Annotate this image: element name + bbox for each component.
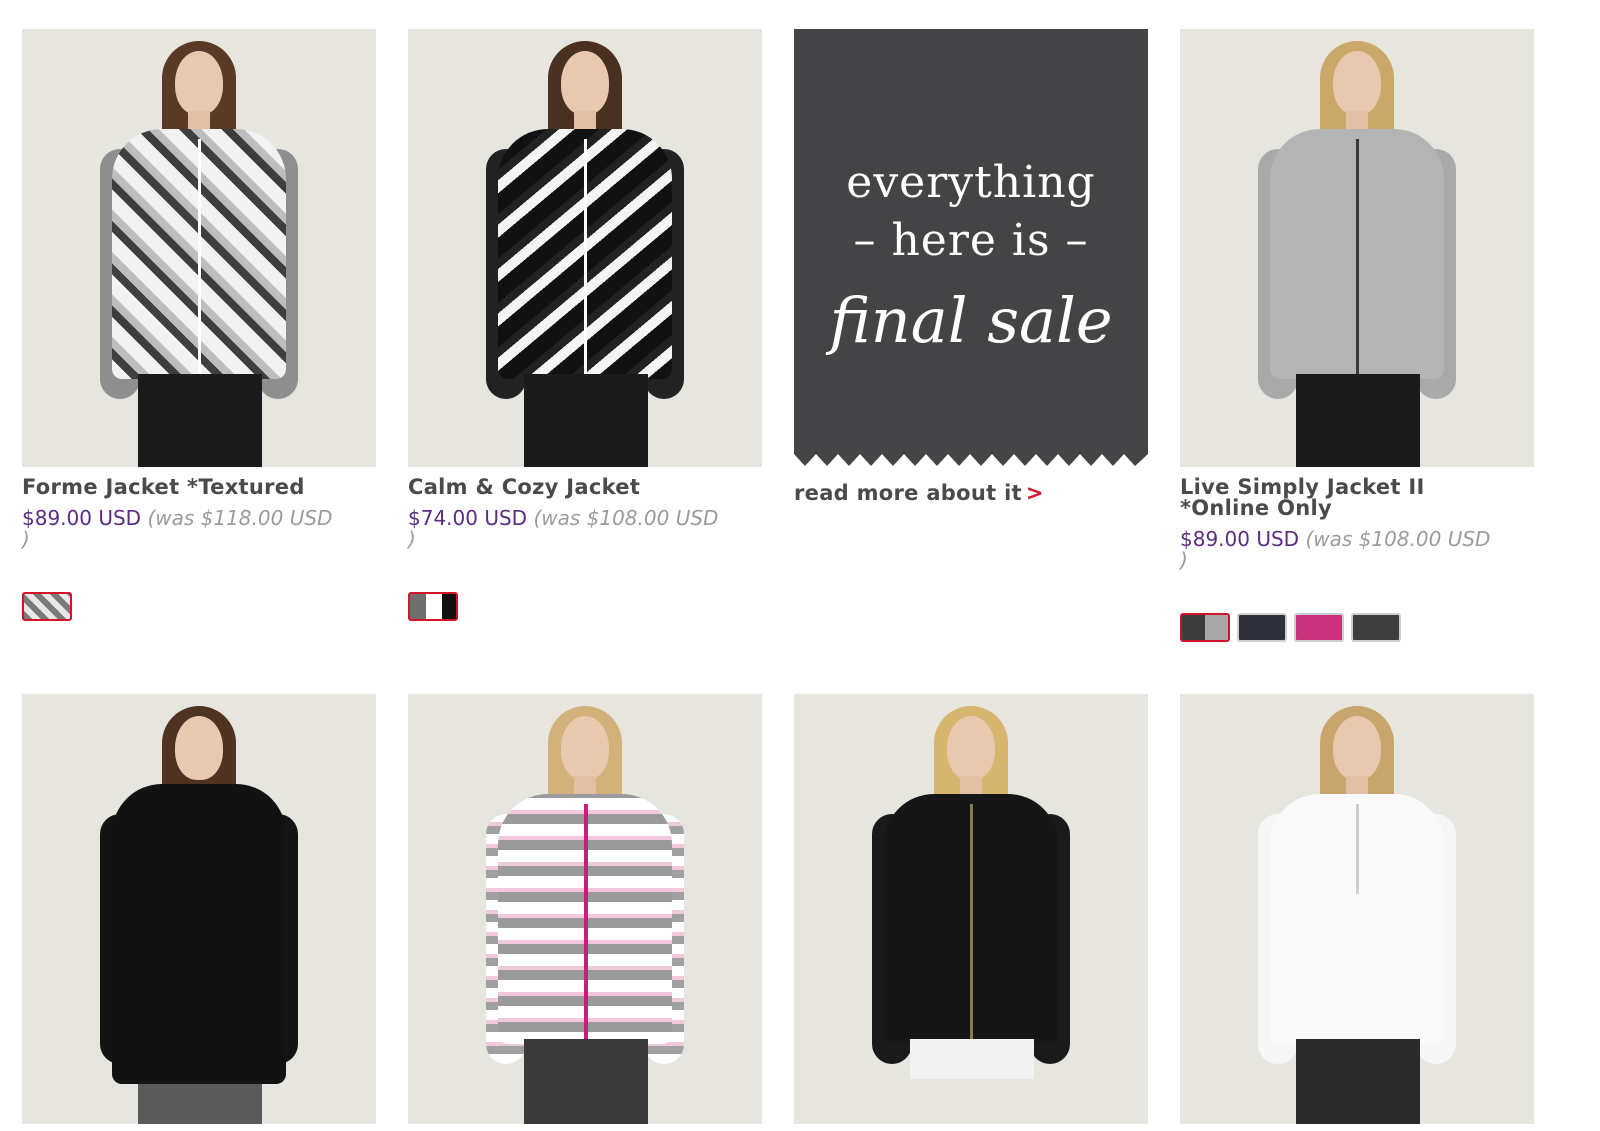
model-photo: [1180, 694, 1534, 1124]
dark-grey-swatch[interactable]: [1351, 613, 1401, 642]
product-card-striped-jacket: [408, 694, 762, 1124]
product-image[interactable]: [22, 694, 376, 1124]
product-card-white-half-zip: [1180, 694, 1534, 1124]
print-swatch[interactable]: [22, 592, 72, 621]
charcoal-grey-swatch[interactable]: [1180, 613, 1230, 642]
original-price-close: ): [22, 527, 30, 551]
original-price-close: ): [408, 527, 416, 551]
product-image[interactable]: [408, 29, 762, 467]
product-image[interactable]: [22, 29, 376, 467]
product-card-black-puffer-jacket: [794, 694, 1148, 1124]
pink-swatch[interactable]: [1294, 613, 1344, 642]
product-title[interactable]: Live Simply Jacket II *Online Only: [1180, 477, 1534, 519]
product-card-forme-jacket: Forme Jacket *Textured $89.00 USD (was $…: [22, 29, 376, 550]
product-title[interactable]: Calm & Cozy Jacket: [408, 477, 762, 498]
product-card-live-simply-jacket: Live Simply Jacket II *Online Only $89.0…: [1180, 29, 1534, 571]
swatch-list: [1180, 613, 1401, 642]
final-sale-banner: everything – here is – final sale read m…: [794, 29, 1148, 505]
print-black-swatch[interactable]: [408, 592, 458, 621]
zigzag-edge: [794, 454, 1148, 468]
banner-line-3: final sale: [829, 284, 1113, 357]
original-price: (was $108.00 USD: [533, 506, 719, 530]
model-photo: [1180, 29, 1534, 467]
product-title[interactable]: Forme Jacket *Textured: [22, 477, 376, 498]
navy-swatch[interactable]: [1237, 613, 1287, 642]
sale-price: $89.00 USD: [22, 506, 142, 530]
model-photo: [794, 694, 1148, 1124]
banner-line-2: – here is –: [853, 215, 1089, 266]
model-photo: [22, 29, 376, 467]
product-image[interactable]: [794, 694, 1148, 1124]
chevron-right-icon: >: [1025, 481, 1044, 505]
price-line: $89.00 USD (was $118.00 USD ): [22, 508, 376, 550]
price-line: $74.00 USD (was $108.00 USD ): [408, 508, 762, 550]
product-card-calm-cozy-jacket: Calm & Cozy Jacket $74.00 USD (was $108.…: [408, 29, 762, 550]
read-more-label: read more about it: [794, 481, 1022, 505]
sale-price: $89.00 USD: [1180, 527, 1300, 551]
swatch-list: [22, 592, 72, 621]
product-image[interactable]: [408, 694, 762, 1124]
model-photo: [22, 694, 376, 1124]
sale-price: $74.00 USD: [408, 506, 528, 530]
model-photo: [408, 694, 762, 1124]
product-image[interactable]: [1180, 694, 1534, 1124]
swatch-list: [408, 592, 458, 621]
product-card-black-pullover: [22, 694, 376, 1124]
read-more-link[interactable]: read more about it >: [794, 481, 1148, 505]
product-image[interactable]: [1180, 29, 1534, 467]
original-price-close: ): [1180, 548, 1188, 572]
original-price: (was $118.00 USD: [147, 506, 333, 530]
original-price: (was $108.00 USD: [1305, 527, 1491, 551]
model-photo: [408, 29, 762, 467]
final-sale-graphic[interactable]: everything – here is – final sale: [794, 29, 1148, 468]
banner-line-1: everything: [846, 157, 1096, 208]
price-line: $89.00 USD (was $108.00 USD ): [1180, 529, 1534, 571]
